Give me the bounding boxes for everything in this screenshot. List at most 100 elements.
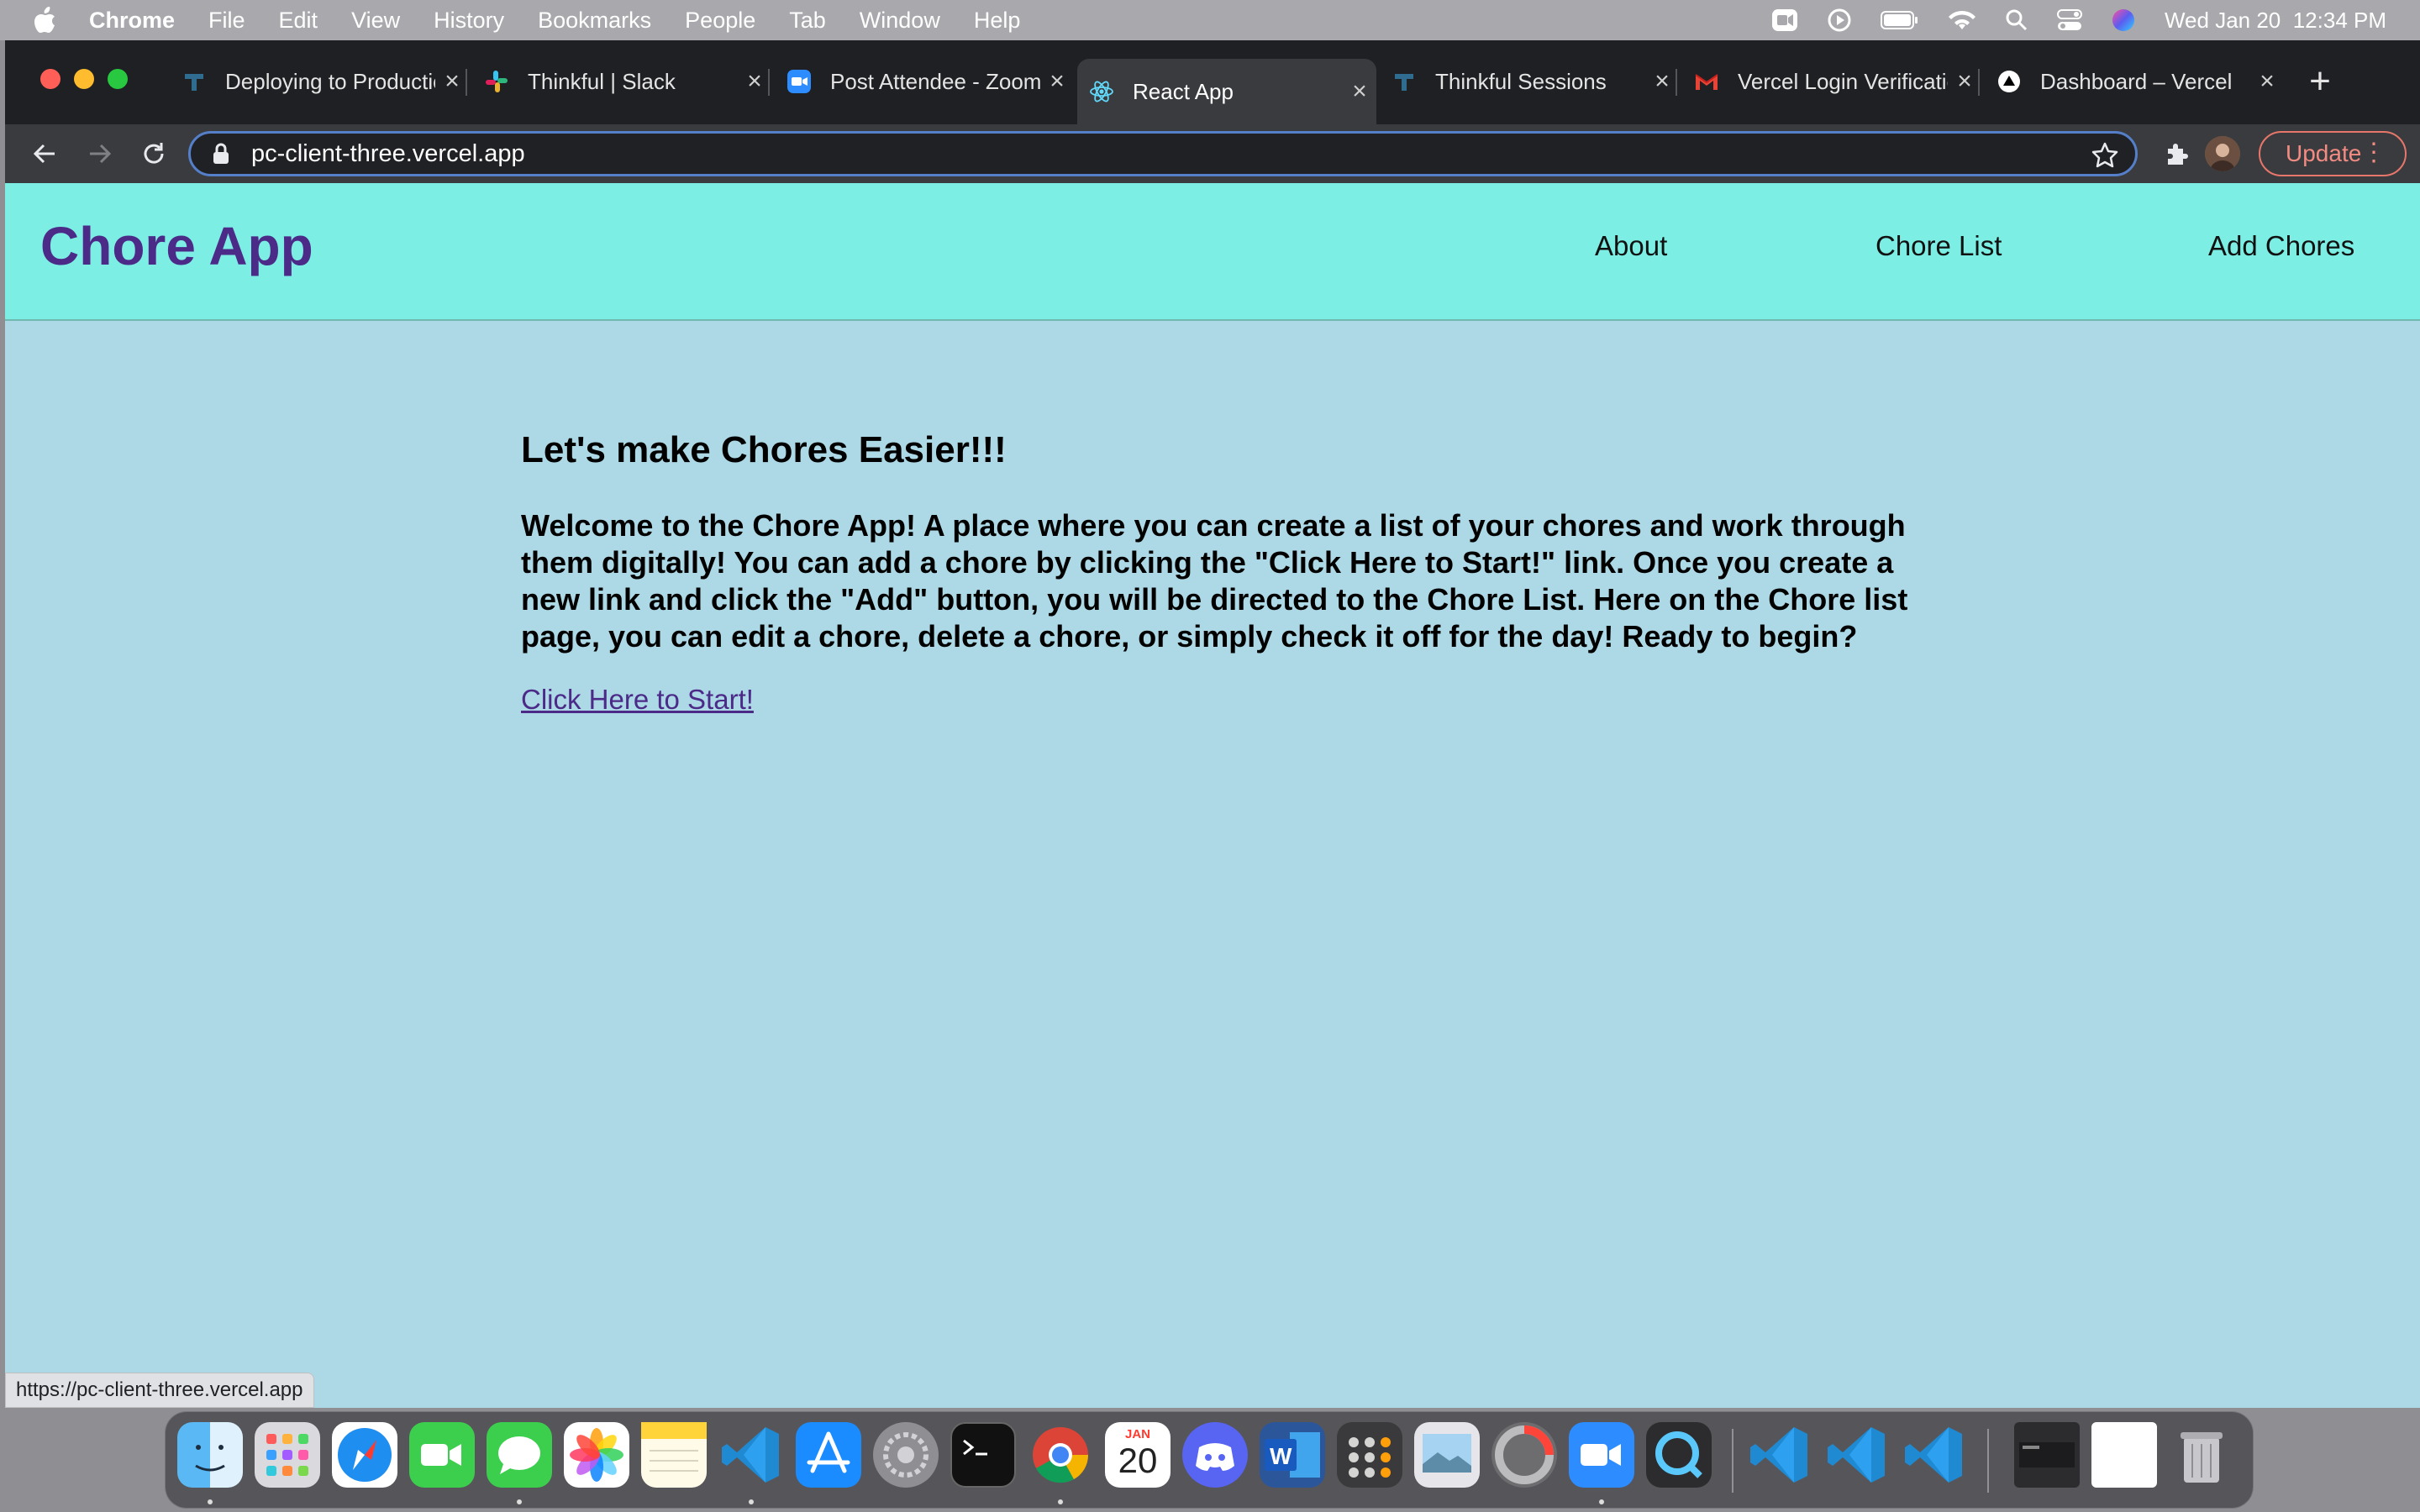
menu-file[interactable]: File — [208, 8, 245, 34]
wifi-icon[interactable] — [1948, 9, 1976, 31]
tab-separator — [1978, 69, 1980, 96]
nav-add-chores[interactable]: Add Chores — [2208, 230, 2354, 262]
app-store-icon[interactable] — [796, 1422, 861, 1488]
macos-menubar: Chrome File Edit View History Bookmarks … — [0, 0, 2420, 40]
vscode-icon[interactable] — [718, 1422, 784, 1488]
notes-icon[interactable] — [641, 1422, 707, 1488]
dock-separator — [1732, 1429, 1733, 1493]
status-url-bubble: https://pc-client-three.vercel.app — [5, 1373, 314, 1408]
menu-window[interactable]: Window — [860, 8, 940, 34]
tab-strip: Deploying to Production × Thinkful | Sla… — [5, 40, 2420, 124]
close-tab-icon[interactable]: × — [1040, 67, 1074, 96]
calculator-icon[interactable] — [1337, 1422, 1402, 1488]
window-thumbnail-icon[interactable] — [2014, 1422, 2080, 1488]
chrome-window-thumbnail-icon[interactable] — [2091, 1422, 2157, 1488]
calendar-month: JAN — [1124, 1427, 1150, 1441]
system-preferences-icon[interactable] — [873, 1422, 939, 1488]
quicktime-icon[interactable] — [1646, 1422, 1712, 1488]
close-tab-icon[interactable]: × — [1343, 77, 1376, 106]
tab-zoom[interactable]: Post Attendee - Zoom × — [775, 59, 1074, 104]
menu-help[interactable]: Help — [974, 8, 1021, 34]
siri-icon[interactable] — [2111, 8, 2136, 33]
apple-menu-icon[interactable] — [34, 7, 57, 34]
photos-icon[interactable] — [564, 1422, 629, 1488]
tab-title: Deploying to Production — [225, 68, 435, 94]
back-arrow-icon[interactable] — [29, 138, 60, 170]
minimize-window-button[interactable] — [74, 69, 94, 89]
menu-history[interactable]: History — [434, 8, 504, 34]
clock[interactable]: Wed Jan 20 12:34 PM — [2165, 8, 2386, 34]
running-indicator — [517, 1499, 522, 1504]
brand-title[interactable]: Chore App — [40, 215, 313, 277]
start-link[interactable]: Click Here to Start! — [521, 684, 754, 715]
menu-view[interactable]: View — [351, 8, 400, 34]
preview-icon[interactable] — [1414, 1422, 1480, 1488]
running-indicator — [1599, 1499, 1604, 1504]
vscode-recent-icon[interactable] — [1747, 1422, 1812, 1488]
page-viewport: Chore App About Chore List Add Chores Le… — [5, 183, 2420, 1408]
vscode-recent-icon[interactable] — [1824, 1422, 1890, 1488]
chrome-icon[interactable] — [1028, 1422, 1093, 1488]
zoom-window-button[interactable] — [108, 69, 128, 89]
close-tab-icon[interactable]: × — [435, 67, 469, 96]
calendar-day: 20 — [1118, 1441, 1158, 1480]
extensions-puzzle-icon[interactable] — [2161, 138, 2193, 170]
tab-title: Post Attendee - Zoom — [830, 68, 1040, 94]
thinkful-icon — [182, 69, 207, 94]
screen-record-icon[interactable] — [1771, 8, 1798, 32]
menu-edit[interactable]: Edit — [279, 8, 318, 34]
browser-toolbar: pc-client-three.vercel.app Update ⋮ — [5, 124, 2420, 183]
lock-icon[interactable] — [213, 143, 229, 165]
menu-people[interactable]: People — [685, 8, 755, 34]
play-circle-icon[interactable] — [1827, 8, 1852, 33]
new-tab-button[interactable]: + — [2299, 60, 2341, 102]
tab-slack[interactable]: Thinkful | Slack × — [472, 59, 771, 104]
status-area: Wed Jan 20 12:34 PM — [1771, 0, 2386, 40]
tab-vercel-login[interactable]: Vercel Login Verification × — [1682, 59, 1981, 104]
tab-react-app-active[interactable]: React App × — [1077, 59, 1376, 124]
zoom-icon — [786, 69, 812, 94]
close-tab-icon[interactable]: × — [1645, 67, 1679, 96]
tab-deploying[interactable]: Deploying to Production × — [170, 59, 469, 104]
app-name-menu[interactable]: Chrome — [89, 8, 175, 34]
finder-icon[interactable] — [177, 1422, 243, 1488]
main-content: Let's make Chores Easier!!! Welcome to t… — [521, 427, 1933, 719]
discord-icon[interactable] — [1182, 1422, 1248, 1488]
disk-utility-icon[interactable] — [1491, 1422, 1557, 1488]
tab-thinkful-sessions[interactable]: Thinkful Sessions × — [1380, 59, 1679, 104]
bookmark-star-icon[interactable] — [2091, 141, 2118, 168]
battery-icon[interactable] — [1880, 10, 1919, 30]
spotlight-icon[interactable] — [2005, 8, 2028, 32]
address-bar[interactable]: pc-client-three.vercel.app — [188, 131, 2138, 176]
tab-separator — [768, 69, 770, 96]
close-window-button[interactable] — [40, 69, 60, 89]
forward-arrow-icon[interactable] — [84, 138, 116, 170]
tab-vercel-dashboard[interactable]: Dashboard – Vercel × — [1985, 59, 2284, 104]
nav-about[interactable]: About — [1595, 230, 1667, 262]
close-tab-icon[interactable]: × — [2250, 67, 2284, 96]
close-tab-icon[interactable]: × — [738, 67, 771, 96]
url-text[interactable]: pc-client-three.vercel.app — [251, 140, 525, 168]
nav-chore-list[interactable]: Chore List — [1876, 230, 2002, 262]
more-vertical-icon[interactable]: ⋮ — [2361, 140, 2386, 165]
safari-icon[interactable] — [332, 1422, 397, 1488]
update-button[interactable]: Update ⋮ — [2259, 131, 2407, 176]
facetime-icon[interactable] — [409, 1422, 475, 1488]
messages-icon[interactable] — [487, 1422, 552, 1488]
launchpad-icon[interactable] — [255, 1422, 320, 1488]
vscode-recent-icon[interactable] — [1902, 1422, 1967, 1488]
gmail-icon — [1694, 69, 1719, 94]
zoom-app-icon[interactable] — [1569, 1422, 1634, 1488]
control-center-icon[interactable] — [2056, 8, 2082, 32]
terminal-icon[interactable] — [950, 1422, 1016, 1488]
menu-tab[interactable]: Tab — [789, 8, 826, 34]
word-icon[interactable]: W — [1260, 1422, 1325, 1488]
close-tab-icon[interactable]: × — [1948, 67, 1981, 96]
page-headline: Let's make Chores Easier!!! — [521, 429, 1007, 470]
profile-avatar[interactable] — [2205, 136, 2240, 171]
reload-icon[interactable] — [138, 138, 170, 170]
menu-bookmarks[interactable]: Bookmarks — [538, 8, 651, 34]
tab-title: Thinkful | Slack — [528, 68, 676, 94]
trash-icon[interactable] — [2169, 1422, 2234, 1488]
calendar-icon[interactable]: JAN 20 — [1105, 1422, 1171, 1488]
